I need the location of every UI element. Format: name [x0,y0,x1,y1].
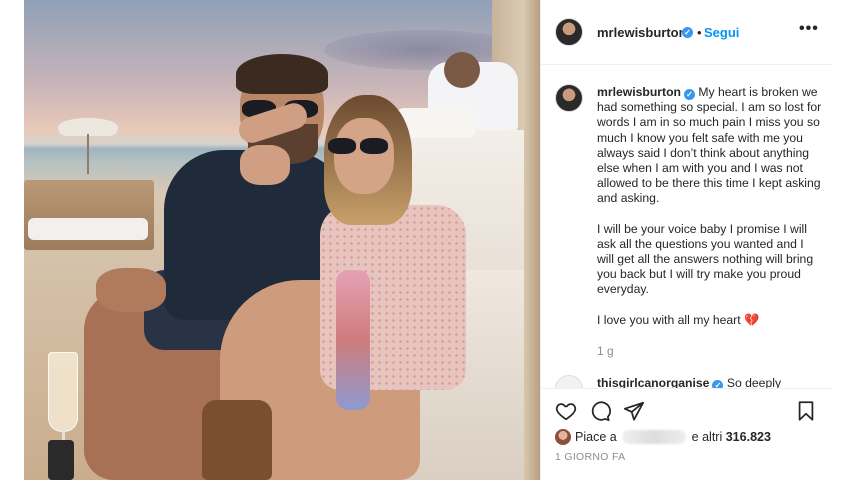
caption-text-3: I love you with all my heart [597,312,741,327]
woman-boot [202,400,272,480]
cabana-post [524,0,540,480]
author-avatar[interactable] [555,18,583,46]
liker-avatar[interactable] [555,429,571,445]
caption-text-1: My heart is broken we had something so s… [597,85,822,206]
umbrella-pole [87,134,89,174]
wine-glass [48,352,78,432]
man-hair [236,54,328,94]
action-bar: Piace a e altri 316.823 1 GIORNO FA [541,388,831,480]
background-person-head [444,52,480,88]
caption-timestamp[interactable]: 1 g [597,344,614,358]
woman-face [334,118,394,194]
comment-text: So deeply [726,376,782,388]
caption-author-avatar[interactable] [555,84,583,112]
heart-icon[interactable] [555,400,577,422]
post-header: mrlewisburton ✓ • Segui ••• [541,0,831,65]
post-sidebar: mrlewisburton ✓ • Segui ••• mrlewisburto… [540,0,831,480]
sunbed-cushion [28,218,148,240]
commenter-username[interactable]: thisgirlcanorganise [597,376,709,388]
woman-sunglasses [328,138,390,154]
likes-count[interactable]: 316.823 [726,430,771,444]
broken-heart-emoji: 💔 [744,312,760,327]
redacted-username [622,430,687,444]
more-options-icon[interactable]: ••• [799,20,819,38]
man-hands [96,268,166,312]
likes-prefix: Piace a [575,430,617,444]
follow-button[interactable]: Segui [704,25,739,40]
woman-scarf [336,270,370,410]
caption: mrlewisburton ✓ My heart is broken we had… [597,85,823,328]
comment-item: thisgirlcanorganise ✓ So deeply [597,376,781,388]
woman-hand [240,145,290,185]
comment-icon[interactable] [589,400,611,422]
author-username[interactable]: mrlewisburton [597,25,687,40]
header-separator: • [697,25,702,40]
share-icon[interactable] [623,400,645,422]
caption-author-username[interactable]: mrlewisburton [597,85,681,99]
verified-badge-icon: ✓ [712,380,724,388]
bookmark-icon[interactable] [795,400,817,422]
likes-suffix: e altri [691,430,723,444]
post-photo[interactable] [24,0,540,480]
commenter-avatar[interactable] [555,375,583,388]
caption-text-2: I will be your voice baby I promise I wi… [597,221,814,297]
likes-summary: Piace a e altri 316.823 [555,429,771,445]
verified-badge-icon: ✓ [682,27,693,38]
phone-on-table [48,440,74,480]
comments-list[interactable]: mrlewisburton ✓ My heart is broken we had… [541,66,831,388]
verified-badge-icon: ✓ [683,89,695,100]
post-date[interactable]: 1 GIORNO FA [555,451,625,463]
